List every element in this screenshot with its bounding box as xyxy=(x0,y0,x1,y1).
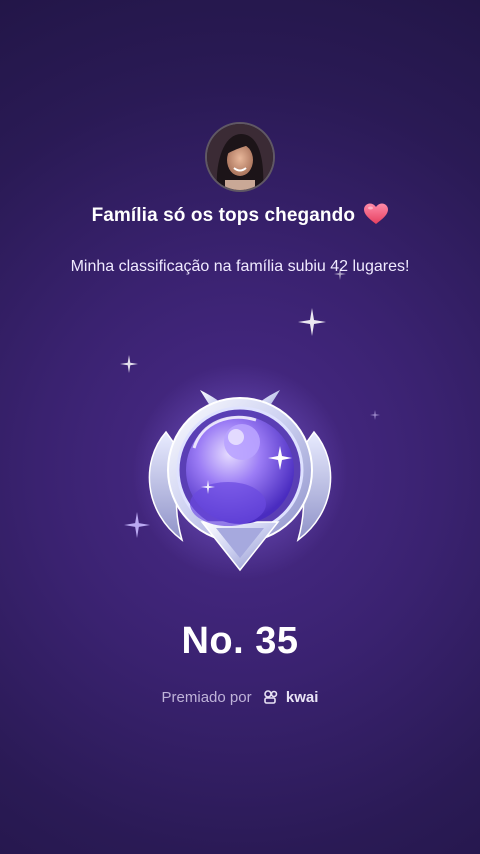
brand-name: kwai xyxy=(285,689,319,706)
achievement-screen: Família só os tops chegando Minha classi… xyxy=(0,0,480,854)
medal-badge-icon xyxy=(132,364,348,580)
sparkle-icon xyxy=(370,410,380,420)
sparkle-icon xyxy=(334,268,346,280)
rank-number: No. 35 xyxy=(181,620,299,662)
kwai-logo-icon xyxy=(263,690,278,704)
avatar-image xyxy=(207,124,273,190)
credit-prefix: Premiado por xyxy=(161,689,252,706)
heart-icon xyxy=(364,203,389,224)
post-headline: Família só os tops chegando xyxy=(0,203,480,227)
award-credit: Premiado por kwai xyxy=(0,689,480,706)
subtitle: Minha classificação na família subiu 42 … xyxy=(70,258,410,275)
sparkle-icon xyxy=(298,308,326,336)
avatar[interactable] xyxy=(205,122,275,192)
headline-text: Família só os tops chegando xyxy=(91,205,356,226)
